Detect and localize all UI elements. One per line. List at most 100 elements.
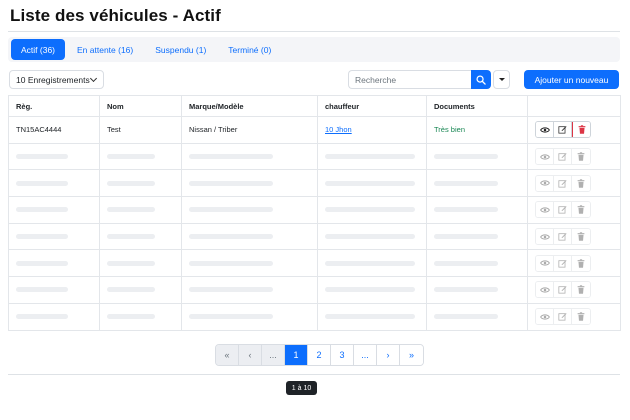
page-2-button[interactable]: 2 xyxy=(308,345,331,365)
eye-icon xyxy=(539,153,550,160)
skeleton-bar xyxy=(107,234,155,240)
placeholder-cell xyxy=(8,249,100,278)
delete-button[interactable] xyxy=(572,309,590,325)
skeleton-bar xyxy=(189,154,273,160)
page-prev-button[interactable]: ‹ xyxy=(239,345,262,365)
page-next-button[interactable]: › xyxy=(377,345,400,365)
edit-button[interactable] xyxy=(554,229,572,245)
placeholder-cell xyxy=(8,302,100,331)
edit-button[interactable] xyxy=(554,202,572,218)
delete-button[interactable] xyxy=(572,229,590,245)
edit-button[interactable] xyxy=(554,175,572,191)
placeholder-cell xyxy=(426,169,528,198)
delete-button[interactable] xyxy=(572,149,590,165)
add-new-button[interactable]: Ajouter un nouveau xyxy=(524,70,619,89)
eye-icon xyxy=(539,287,550,293)
delete-button[interactable] xyxy=(572,122,590,138)
cell-model: Nissan / Triber xyxy=(181,116,318,144)
cell-driver: 10 Jhon xyxy=(317,116,427,144)
delete-button[interactable] xyxy=(572,255,590,271)
placeholder-row xyxy=(8,249,621,278)
vehicles-table: Règ. Nom Marque/Modèle chauffeur Documen… xyxy=(8,95,621,331)
edit-icon xyxy=(558,286,567,295)
edit-icon xyxy=(558,126,567,134)
skeleton-bar xyxy=(434,154,498,160)
view-button[interactable] xyxy=(536,229,554,245)
placeholder-cell xyxy=(317,169,427,198)
placeholder-cell xyxy=(99,196,182,224)
search-input[interactable] xyxy=(348,70,471,89)
cell-actions xyxy=(527,222,621,251)
tab-actif[interactable]: Actif (36) xyxy=(11,39,66,60)
skeleton-bar xyxy=(434,260,498,266)
per-page-select[interactable]: 10 Enregistrements xyxy=(9,70,104,89)
edit-icon xyxy=(558,179,567,188)
row-action-group xyxy=(535,308,591,326)
edit-button[interactable] xyxy=(554,255,572,271)
view-button[interactable] xyxy=(536,202,554,218)
row-action-group xyxy=(535,121,591,139)
trash-icon xyxy=(577,285,585,295)
table-row: TN15AC4444 Test Nissan / Triber 10 Jhon … xyxy=(8,116,621,144)
row-action-group xyxy=(535,228,591,246)
skeleton-bar xyxy=(325,260,415,266)
tab-termine[interactable]: Terminé (0) xyxy=(218,39,281,60)
eye-icon xyxy=(539,127,550,133)
skeleton-bar xyxy=(325,234,415,240)
skeleton-bar xyxy=(325,154,415,160)
tab-suspendu[interactable]: Suspendu (1) xyxy=(145,39,216,60)
placeholder-cell xyxy=(181,249,318,278)
column-header-name[interactable]: Nom xyxy=(99,95,182,117)
driver-link[interactable]: 10 Jhon xyxy=(325,125,352,134)
view-button[interactable] xyxy=(536,282,554,298)
placeholder-cell xyxy=(99,276,182,304)
page-first-button[interactable]: « xyxy=(216,345,239,365)
edit-button[interactable] xyxy=(554,309,572,325)
delete-button[interactable] xyxy=(572,175,590,191)
search-button[interactable] xyxy=(471,70,491,89)
placeholder-cell xyxy=(317,142,427,171)
view-button[interactable] xyxy=(536,149,554,165)
cell-actions xyxy=(527,249,621,278)
edit-button[interactable] xyxy=(554,149,572,165)
skeleton-bar xyxy=(107,154,155,160)
placeholder-cell xyxy=(8,169,100,198)
tab-en-attente[interactable]: En attente (16) xyxy=(67,39,143,60)
page-3-button[interactable]: 3 xyxy=(331,345,354,365)
placeholder-cell xyxy=(426,276,528,304)
skeleton-bar xyxy=(325,287,415,293)
column-header-driver[interactable]: chauffeur xyxy=(317,95,427,117)
eye-icon xyxy=(539,234,550,240)
skeleton-bar xyxy=(434,207,498,213)
view-button[interactable] xyxy=(536,309,554,325)
view-button[interactable] xyxy=(536,175,554,191)
placeholder-row xyxy=(8,276,621,304)
view-button[interactable] xyxy=(536,255,554,271)
skeleton-bar xyxy=(107,260,155,266)
page-ellipsis: ... xyxy=(262,345,285,365)
skeleton-bar xyxy=(107,207,155,213)
view-button[interactable] xyxy=(536,122,554,138)
row-action-group xyxy=(535,254,591,272)
trash-icon xyxy=(577,232,585,241)
pagination: « ‹ ... 1 2 3 ... › » xyxy=(215,344,424,366)
delete-button[interactable] xyxy=(572,282,590,298)
column-header-model[interactable]: Marque/Modèle xyxy=(181,95,318,117)
placeholder-row xyxy=(8,302,621,331)
edit-button[interactable] xyxy=(554,122,572,138)
placeholder-cell xyxy=(426,249,528,278)
page-1-button[interactable]: 1 xyxy=(285,345,308,365)
skeleton-bar xyxy=(325,314,415,320)
placeholder-cell xyxy=(181,276,318,304)
search-options-dropdown[interactable] xyxy=(493,70,510,89)
delete-button[interactable] xyxy=(572,202,590,218)
edit-button[interactable] xyxy=(554,282,572,298)
placeholder-cell xyxy=(426,222,528,251)
cell-actions xyxy=(527,169,621,198)
page-ellipsis: ... xyxy=(354,345,377,365)
eye-icon xyxy=(539,260,550,266)
cell-documents: Très bien xyxy=(426,116,528,144)
column-header-documents[interactable]: Documents xyxy=(426,95,528,117)
page-last-button[interactable]: » xyxy=(400,345,423,365)
column-header-reg[interactable]: Règ. xyxy=(8,95,100,117)
